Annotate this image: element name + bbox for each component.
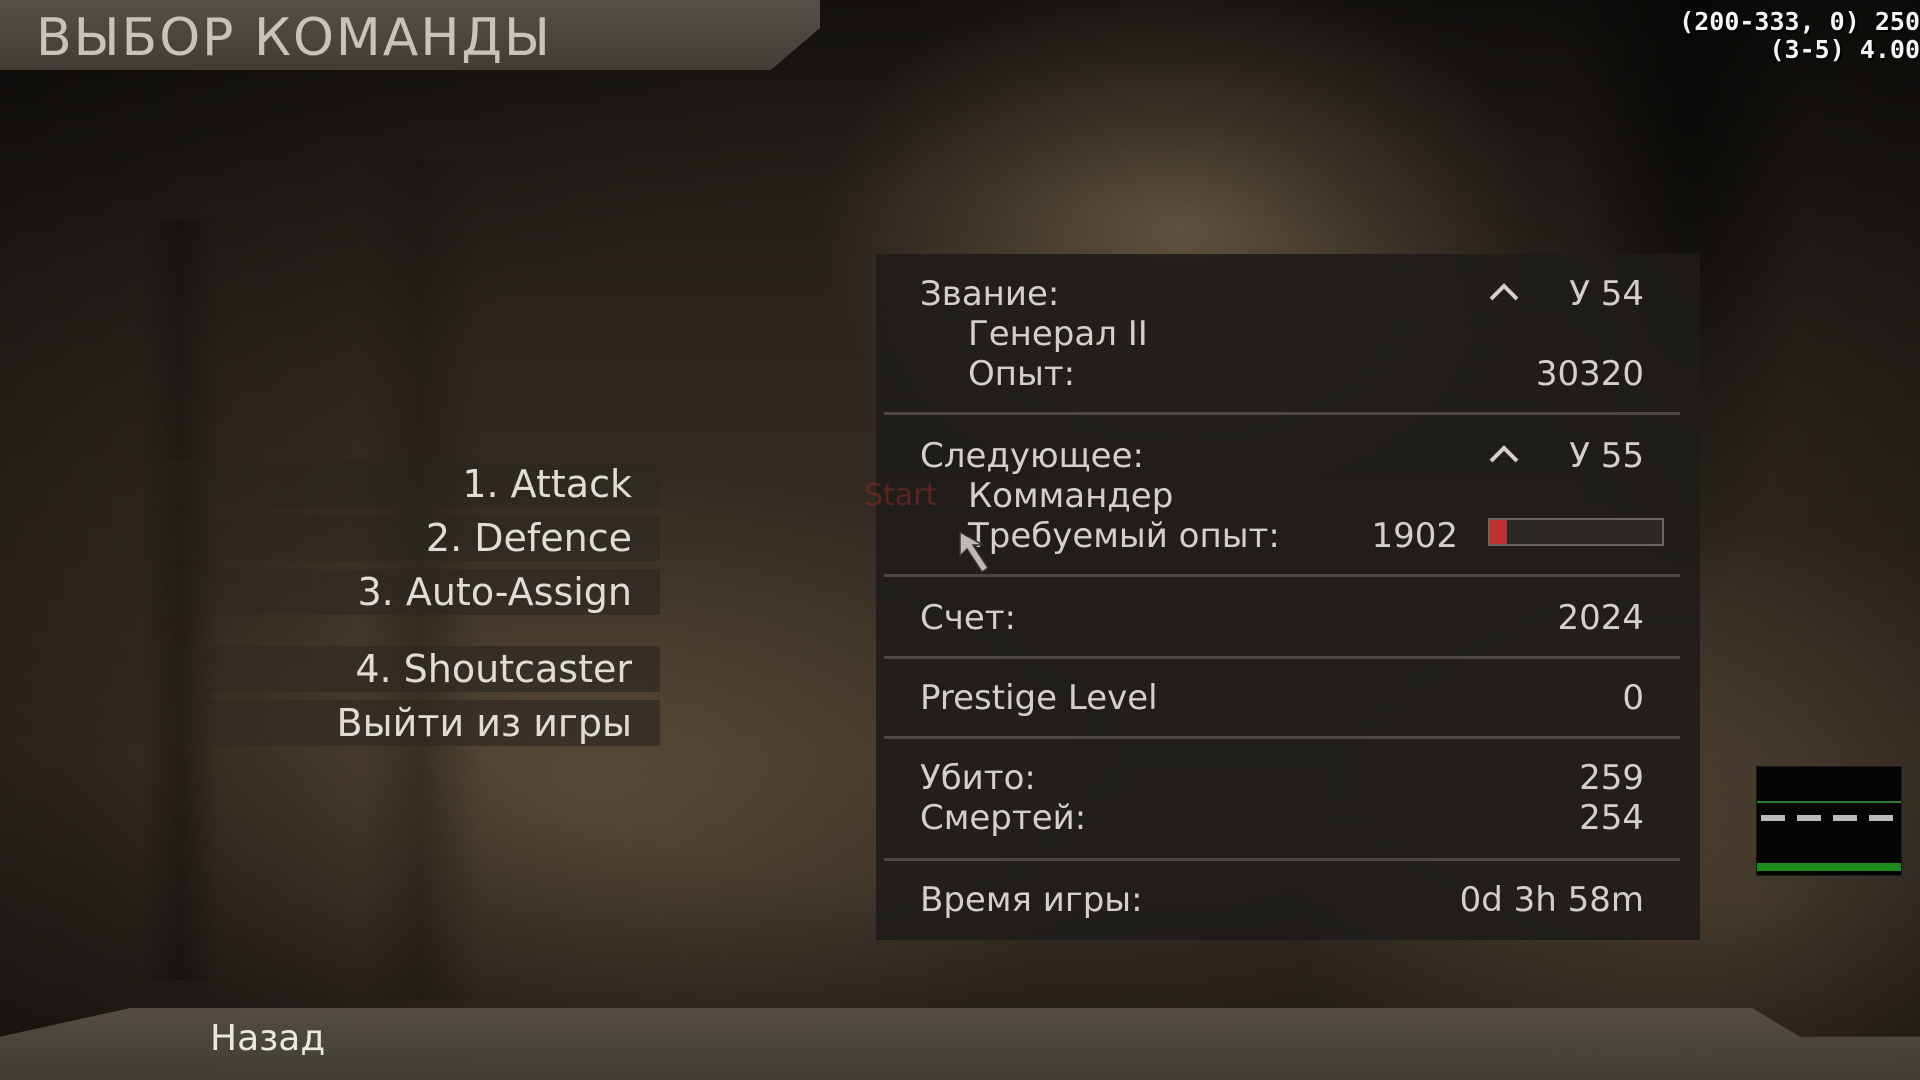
next-rank-label: Следующее:	[920, 436, 1144, 476]
deaths-label: Смертей:	[920, 798, 1087, 838]
debug-readout: (200-333, 0) 250 (3-5) 4.00	[1560, 8, 1920, 64]
ghost-text: Start	[864, 478, 938, 513]
minimap-marker	[1833, 815, 1857, 821]
kills-label: Убито:	[920, 758, 1036, 798]
rank-label: Звание:	[920, 274, 1060, 314]
team-option-defence[interactable]: 2. Defence	[0, 515, 660, 561]
mouse-cursor-icon	[959, 530, 990, 574]
xp-progress-bar	[1488, 518, 1664, 546]
required-xp-label: Требуемый опыт:	[968, 516, 1280, 556]
playtime-label: Время игры:	[920, 880, 1143, 920]
rank-level: У 54	[1569, 274, 1644, 314]
divider	[884, 656, 1680, 659]
score-value: 2024	[1557, 598, 1644, 638]
debug-line-2: (3-5) 4.00	[1769, 35, 1920, 64]
divider	[884, 858, 1680, 861]
xp-progress-fill	[1490, 520, 1508, 544]
player-stats-panel: Звание: У 54 Генерал II Опыт: 30320 След…	[876, 254, 1700, 940]
required-xp-value: 1902	[1371, 516, 1458, 556]
minimap	[1756, 766, 1902, 876]
score-label: Счет:	[920, 598, 1017, 638]
chevron-up-icon	[1489, 445, 1519, 463]
chevron-up-icon	[1489, 283, 1519, 301]
minimap-line	[1757, 801, 1901, 803]
back-button[interactable]: Назад	[210, 1018, 325, 1059]
xp-label: Опыт:	[968, 354, 1076, 394]
prestige-label: Prestige Level	[920, 678, 1158, 718]
divider	[884, 412, 1680, 415]
game-screen: ВЫБОР КОМАНДЫ (200-333, 0) 250 (3-5) 4.0…	[0, 0, 1920, 1080]
minimap-ground	[1757, 863, 1901, 871]
rank-name: Генерал II	[968, 314, 1148, 354]
deaths-value: 254	[1579, 798, 1644, 838]
minimap-marker	[1761, 815, 1785, 821]
page-title: ВЫБОР КОМАНДЫ	[36, 8, 552, 68]
xp-value: 30320	[1535, 354, 1644, 394]
next-rank-level: У 55	[1569, 436, 1644, 476]
exit-game-button[interactable]: Выйти из игры	[0, 700, 660, 746]
team-option-shoutcaster[interactable]: 4. Shoutcaster	[0, 646, 660, 692]
minimap-marker	[1869, 815, 1893, 821]
playtime-value: 0d 3h 58m	[1459, 880, 1644, 920]
kills-value: 259	[1579, 758, 1644, 798]
team-option-attack[interactable]: 1. Attack	[0, 461, 660, 507]
minimap-marker	[1797, 815, 1821, 821]
prestige-value: 0	[1622, 678, 1644, 718]
debug-line-1: (200-333, 0) 250	[1679, 8, 1920, 36]
next-rank-name: Коммандер	[968, 476, 1174, 516]
team-option-auto-assign[interactable]: 3. Auto-Assign	[0, 569, 660, 615]
divider	[884, 736, 1680, 739]
